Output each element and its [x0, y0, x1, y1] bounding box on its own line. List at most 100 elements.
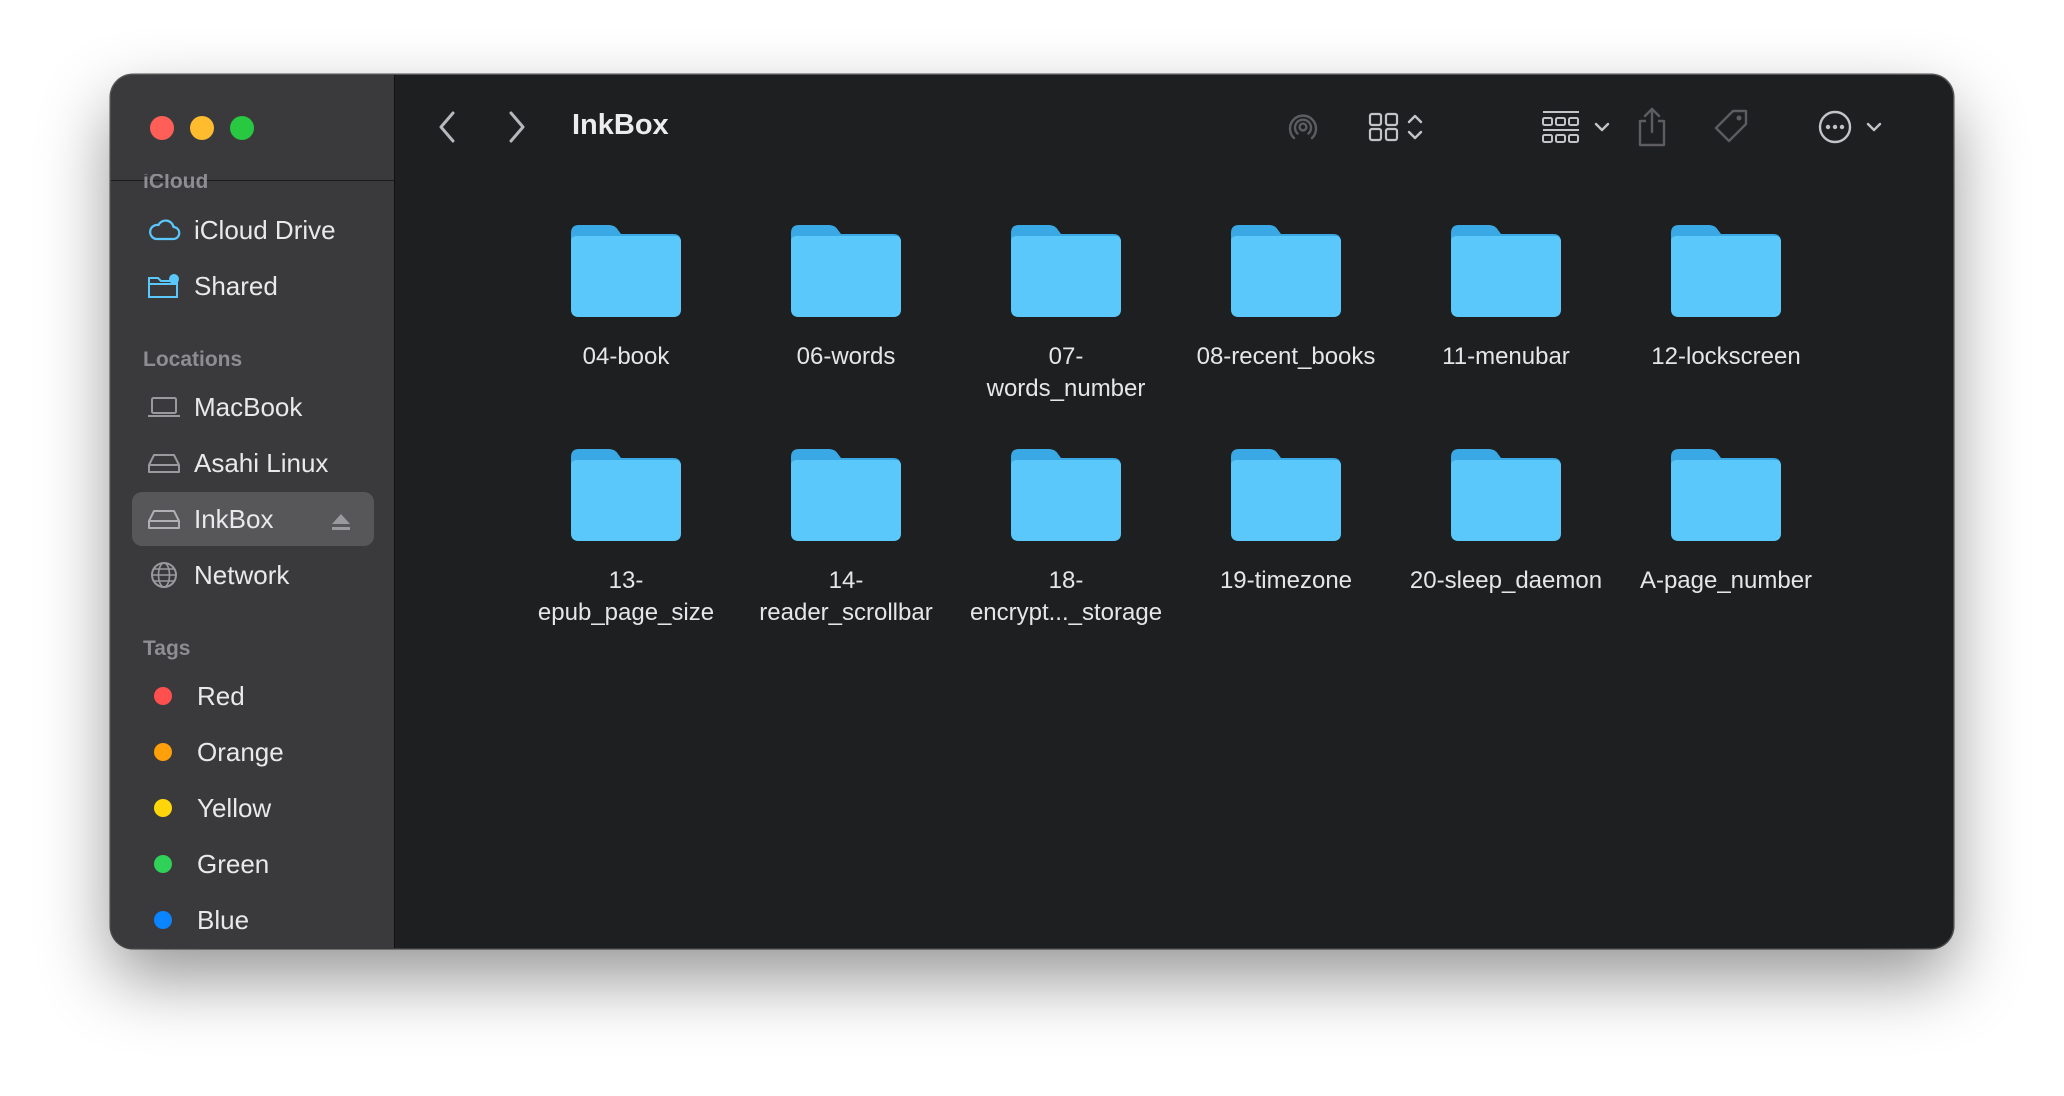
folder-item[interactable]: 13- epub_page_size: [521, 445, 731, 629]
sidebar-tag-red[interactable]: Red: [132, 669, 374, 723]
share-button[interactable]: [1632, 103, 1672, 151]
eject-icon[interactable]: [330, 508, 352, 539]
window-title: InkBox: [572, 109, 669, 141]
chevron-down-icon: [1594, 122, 1610, 132]
folder-icon: [1451, 449, 1561, 541]
toolbar: InkBox: [395, 75, 1953, 179]
drive-icon: [146, 504, 182, 534]
folder-icon: [1231, 225, 1341, 317]
sidebar-tag-blue[interactable]: Blue: [132, 893, 374, 947]
group-button[interactable]: [1539, 105, 1619, 149]
finder-window: iCloud iCloud Drive Shared Locations Mac…: [111, 75, 1953, 948]
folder-item[interactable]: A-page_number: [1621, 445, 1831, 597]
tag-color-dot: [154, 911, 172, 929]
sidebar-tag-yellow[interactable]: Yellow: [132, 781, 374, 835]
main-content: InkBox 04-book 06-words 07- words_number…: [395, 75, 1953, 948]
ellipsis-circle-icon: [1818, 110, 1852, 144]
shared-folder-icon: [146, 271, 182, 301]
tag-color-dot: [154, 743, 172, 761]
folder-icon: [1671, 225, 1781, 317]
folder-name: 06-words: [796, 343, 896, 370]
sidebar-item-icloud-drive[interactable]: iCloud Drive: [132, 203, 374, 257]
folder-item[interactable]: 06-words: [741, 221, 951, 373]
sidebar-item-shared[interactable]: Shared: [132, 259, 374, 313]
folder-item[interactable]: 14- reader_scrollbar: [741, 445, 951, 629]
folder-name: 20-sleep_daemon: [1409, 567, 1603, 594]
folder-item[interactable]: 19-timezone: [1181, 445, 1391, 597]
forward-button[interactable]: [499, 105, 535, 149]
share-icon: [1638, 107, 1666, 147]
zoom-button[interactable]: [230, 116, 254, 140]
globe-icon: [146, 560, 182, 590]
laptop-icon: [146, 392, 182, 422]
folder-icon: [1671, 449, 1781, 541]
back-button[interactable]: [429, 105, 465, 149]
sidebar: iCloud iCloud Drive Shared Locations Mac…: [111, 75, 395, 948]
airdrop-button[interactable]: [1281, 105, 1325, 149]
folder-item[interactable]: 04-book: [521, 221, 731, 373]
folder-item[interactable]: 07- words_number: [961, 221, 1171, 405]
sidebar-item-label: Orange: [197, 736, 284, 767]
chevron-left-icon: [439, 111, 455, 143]
sidebar-item-label: Shared: [194, 270, 278, 301]
view-mode-button[interactable]: [1367, 105, 1439, 149]
folder-name: A-page_number: [1639, 567, 1813, 594]
folder-name: 04-book: [582, 343, 670, 370]
tag-color-dot: [154, 687, 172, 705]
sidebar-tag-green[interactable]: Green: [132, 837, 374, 891]
folder-icon: [1231, 449, 1341, 541]
sidebar-section-icloud: iCloud: [143, 174, 209, 193]
icloud-icon: [146, 215, 182, 245]
folder-item[interactable]: 20-sleep_daemon: [1401, 445, 1611, 597]
sidebar-section-locations: Locations: [143, 348, 243, 371]
sidebar-item-asahi-linux[interactable]: Asahi Linux: [132, 436, 374, 490]
window-controls: [150, 116, 254, 140]
folder-icon: [791, 225, 901, 317]
folder-icon: [571, 225, 681, 317]
tag-color-dot: [154, 855, 172, 873]
folder-item[interactable]: 11-menubar: [1401, 221, 1611, 373]
folder-name: 18- encrypt..._storage: [969, 567, 1163, 626]
sidebar-item-label: MacBook: [194, 391, 303, 422]
chevron-right-icon: [509, 111, 525, 143]
chevron-updown-icon: [1407, 114, 1423, 140]
sidebar-tag-orange[interactable]: Orange: [132, 725, 374, 779]
icon-grid-icon: [1368, 112, 1399, 142]
close-button[interactable]: [150, 116, 174, 140]
tag-button[interactable]: [1709, 105, 1753, 149]
sidebar-item-label: iCloud Drive: [194, 214, 336, 245]
sidebar-item-label: Red: [197, 680, 245, 711]
folder-item[interactable]: 18- encrypt..._storage: [961, 445, 1171, 629]
folder-icon: [1011, 449, 1121, 541]
sidebar-item-label: Network: [194, 559, 290, 590]
action-menu-button[interactable]: [1817, 105, 1893, 149]
folder-item[interactable]: 12-lockscreen: [1621, 221, 1831, 373]
sidebar-section-tags: Tags: [143, 637, 191, 660]
chevron-down-icon: [1866, 122, 1882, 132]
sidebar-item-network[interactable]: Network: [132, 548, 374, 602]
folder-icon: [571, 449, 681, 541]
sidebar-item-label: Asahi Linux: [194, 447, 329, 478]
group-icon: [1542, 111, 1579, 143]
folder-icon: [1451, 225, 1561, 317]
folder-name: 13- epub_page_size: [537, 567, 715, 626]
sidebar-item-macbook[interactable]: MacBook: [132, 380, 374, 434]
airdrop-icon: [1288, 114, 1318, 140]
sidebar-item-label: InkBox: [194, 503, 274, 534]
folder-name: 12-lockscreen: [1651, 343, 1801, 370]
sidebar-item-label: Yellow: [197, 792, 272, 823]
drive-icon: [146, 448, 182, 478]
folder-icon: [1011, 225, 1121, 317]
sidebar-item-label: Blue: [197, 904, 250, 935]
tag-color-dot: [154, 799, 172, 817]
folder-icon: [791, 449, 901, 541]
folder-name: 11-menubar: [1442, 343, 1570, 370]
sidebar-item-inkbox[interactable]: InkBox: [132, 492, 374, 546]
folder-name: 07- words_number: [986, 343, 1146, 402]
folder-name: 08-recent_books: [1196, 343, 1376, 370]
minimize-button[interactable]: [190, 116, 214, 140]
folder-item[interactable]: 08-recent_books: [1181, 221, 1391, 373]
sidebar-item-label: Green: [197, 848, 270, 879]
tag-icon: [1714, 109, 1748, 143]
folder-name: 19-timezone: [1219, 567, 1353, 594]
